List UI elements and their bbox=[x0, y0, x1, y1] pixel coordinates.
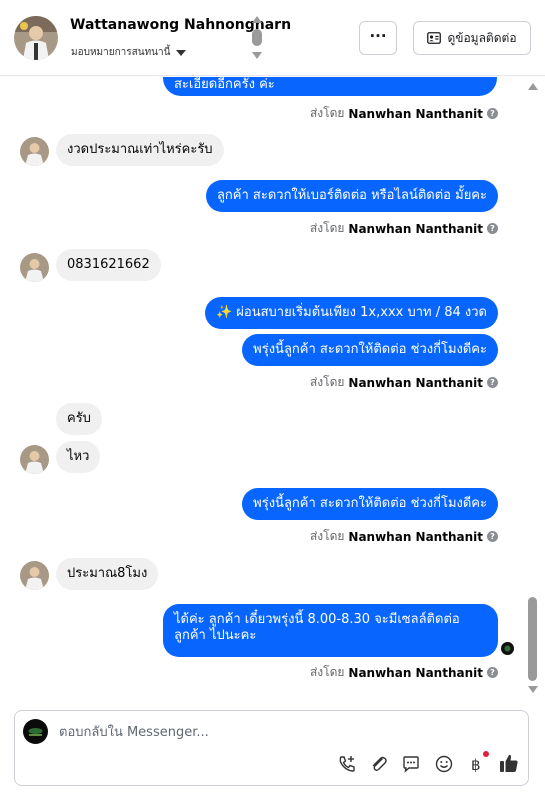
sent-by-line: ส่งโดย Nanwhan Nanthanit ? bbox=[310, 663, 498, 682]
message-outgoing[interactable]: ได้ค่ะ ลูกค้า เดี๋ยวพรุ่งนี้ 8.00-8.30 จ… bbox=[163, 604, 498, 657]
sent-by-line: ส่งโดย Nanwhan Nanthanit ? bbox=[310, 104, 498, 123]
message-outgoing[interactable]: ลูกค้า สะดวกให้เบอร์ติดต่อ หรือไลน์ติดต่… bbox=[205, 180, 498, 212]
emoji-icon[interactable] bbox=[434, 754, 454, 774]
page-avatar bbox=[23, 719, 48, 744]
sent-by-label: ส่งโดย bbox=[309, 665, 345, 679]
help-icon[interactable]: ? bbox=[487, 377, 498, 388]
message-outgoing[interactable]: ✨ ผ่อนสบายเริ่มต้นเพียง 1x,xxx บาท / 84 … bbox=[204, 297, 498, 329]
message-outgoing[interactable]: พรุ่งนี้ลูกค้า สะดวกให้ติดต่อ ช่วงกี่โมง… bbox=[242, 334, 498, 366]
message-incoming[interactable]: ครับ bbox=[56, 403, 102, 435]
sender-name: Nanwhan Nanthanit bbox=[348, 529, 483, 544]
baht-payment-icon[interactable]: ฿ bbox=[466, 754, 486, 774]
svg-text:฿: ฿ bbox=[471, 756, 481, 774]
contact-avatar-small[interactable] bbox=[20, 253, 49, 282]
thumbs-up-icon[interactable] bbox=[498, 752, 520, 774]
attachment-icon[interactable] bbox=[369, 754, 389, 774]
conversation-header: Wattanawong Nahnongharn มอบหมายการสนทนาน… bbox=[0, 0, 545, 76]
sent-by-label: ส่งโดย bbox=[309, 106, 345, 120]
sent-by-line: ส่งโดย Nanwhan Nanthanit ? bbox=[310, 373, 498, 392]
thread-scrollbar[interactable] bbox=[526, 77, 540, 697]
sender-name: Nanwhan Nanthanit bbox=[348, 221, 483, 236]
reply-composer: ฿ bbox=[14, 710, 529, 786]
scrollbar-thumb[interactable] bbox=[528, 597, 537, 681]
sent-by-line: ส่งโดย Nanwhan Nanthanit ? bbox=[310, 527, 498, 546]
message-incoming[interactable]: 0831621662 bbox=[56, 249, 161, 281]
contact-card-icon bbox=[427, 32, 442, 44]
notification-dot bbox=[483, 751, 489, 757]
reply-input[interactable] bbox=[59, 721, 459, 743]
sent-by-line: ส่งโดย Nanwhan Nanthanit ? bbox=[310, 219, 498, 238]
view-contact-info-button[interactable]: ดูข้อมูลติดต่อ bbox=[413, 21, 531, 55]
sender-name: Nanwhan Nanthanit bbox=[348, 665, 483, 680]
message-incoming[interactable]: ไหว bbox=[56, 441, 101, 473]
view-contact-info-label: ดูข้อมูลติดต่อ bbox=[447, 30, 517, 45]
message-line: ได้ค่ะ ลูกค้า เดี๋ยวพรุ่งนี้ 8.00-8.30 จ… bbox=[174, 612, 460, 627]
conversation-scroll-control[interactable] bbox=[251, 16, 263, 62]
sender-name: Nanwhan Nanthanit bbox=[348, 375, 483, 390]
help-icon[interactable]: ? bbox=[487, 667, 498, 678]
saved-replies-icon[interactable] bbox=[401, 754, 421, 774]
contact-avatar-small[interactable] bbox=[20, 561, 49, 590]
arrow-up-icon[interactable] bbox=[252, 16, 262, 23]
sender-name: Nanwhan Nanthanit bbox=[348, 106, 483, 121]
message-outgoing[interactable]: พรุ่งนี้ลูกค้า สะดวกให้ติดต่อ ช่วงกี่โมง… bbox=[242, 488, 498, 520]
assign-label: มอบหมายการสนทนานี้ bbox=[71, 47, 171, 58]
seen-indicator-icon bbox=[501, 642, 514, 655]
call-add-icon[interactable] bbox=[337, 754, 357, 774]
sent-by-label: ส่งโดย bbox=[309, 375, 345, 389]
sent-by-label: ส่งโดย bbox=[309, 529, 345, 543]
help-icon[interactable]: ? bbox=[487, 108, 498, 119]
arrow-down-icon[interactable] bbox=[252, 52, 262, 59]
help-icon[interactable]: ? bbox=[487, 531, 498, 542]
scroll-down-arrow-icon[interactable] bbox=[528, 686, 538, 693]
sent-by-label: ส่งโดย bbox=[309, 221, 345, 235]
message-outgoing[interactable]: สะเอียดอีกครั้ง ค่ะ bbox=[163, 77, 497, 96]
message-thread[interactable]: สะเอียดอีกครั้ง ค่ะ ส่งโดย Nanwhan Nanth… bbox=[0, 77, 545, 699]
contact-avatar-small[interactable] bbox=[20, 137, 49, 166]
contact-avatar[interactable] bbox=[14, 16, 58, 60]
help-icon[interactable]: ? bbox=[487, 223, 498, 234]
contact-avatar-small[interactable] bbox=[20, 445, 49, 474]
assign-conversation-dropdown[interactable]: มอบหมายการสนทนานี้ bbox=[71, 45, 187, 60]
message-incoming[interactable]: ประมาณ8โมง bbox=[56, 558, 159, 590]
more-options-button[interactable]: ··· bbox=[359, 21, 397, 55]
message-incoming[interactable]: งวดประมาณเท่าไหร่คะรับ bbox=[56, 134, 224, 166]
scroll-thumb[interactable] bbox=[252, 29, 262, 46]
message-line: ลูกค้า ไปนะคะ bbox=[174, 628, 257, 643]
caret-down-icon bbox=[176, 49, 187, 56]
scroll-up-arrow-icon[interactable] bbox=[528, 83, 538, 90]
